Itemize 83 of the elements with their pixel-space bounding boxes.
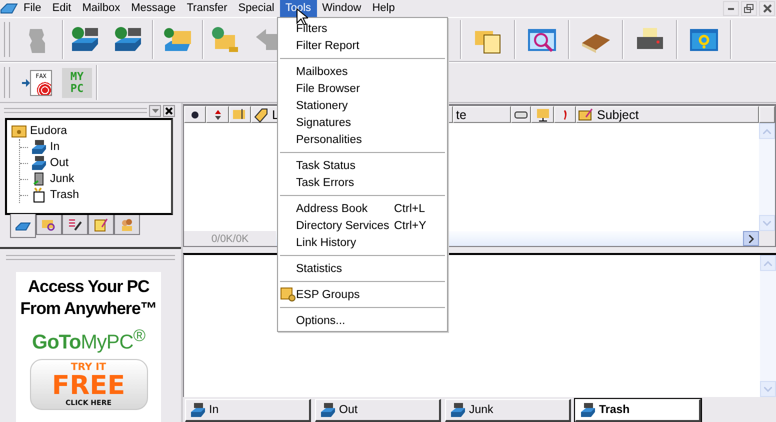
- chevron-up-icon: [764, 260, 772, 266]
- close-button[interactable]: [163, 104, 175, 116]
- pen-list-icon: [67, 216, 83, 232]
- menu-item[interactable]: Help: [366, 0, 400, 17]
- close-icon: [165, 106, 173, 114]
- restore-icon: [744, 4, 754, 13]
- column-header[interactable]: [206, 106, 229, 123]
- outbox-icon: [31, 155, 47, 171]
- menu-item[interactable]: Personalities: [278, 131, 447, 148]
- chevron-up-icon: [763, 128, 771, 134]
- people-icon: [119, 216, 135, 232]
- menu-item[interactable]: Task Errors: [278, 174, 447, 191]
- notepad-icon: [93, 216, 109, 232]
- scrollbar[interactable]: [759, 123, 775, 231]
- column-header[interactable]: te: [453, 106, 511, 123]
- app-logo-icon: [0, 2, 18, 16]
- mailbox-icon: [450, 402, 466, 418]
- chevron-down-icon: [763, 220, 771, 226]
- mailbox-tab[interactable]: Trash: [575, 399, 701, 422]
- caret-icon: [152, 108, 158, 112]
- brand-name: GoToMyPC$^{®}$: [32, 326, 145, 355]
- column-header[interactable]: [184, 106, 206, 123]
- column-title: te: [456, 108, 466, 122]
- menu-item[interactable]: Address Book Ctrl+L: [278, 200, 447, 217]
- menu-item[interactable]: Tools: [280, 0, 317, 17]
- menu-item[interactable]: Special: [232, 0, 280, 17]
- mailbox-tab[interactable]: In: [185, 399, 311, 422]
- dropdown-button[interactable]: [149, 104, 161, 116]
- menu-item[interactable]: Stationery: [278, 97, 447, 114]
- tree-item[interactable]: Trash: [50, 189, 79, 201]
- menu-item[interactable]: Statistics: [278, 260, 447, 277]
- tab[interactable]: [10, 214, 36, 238]
- pepper-icon: [562, 108, 568, 120]
- inbox-icon: [31, 139, 47, 155]
- column-header[interactable]: Subject: [576, 106, 759, 123]
- menu-item[interactable]: Mailboxes: [278, 63, 447, 80]
- menu-item[interactable]: ESP Groups: [278, 286, 447, 303]
- chevron-right-icon: [748, 234, 754, 242]
- chevron-down-icon: [764, 386, 772, 392]
- tree-item[interactable]: Eudora: [30, 125, 68, 137]
- menu-item[interactable]: Link History: [278, 234, 447, 251]
- menu-item[interactable]: Task Status: [278, 157, 447, 174]
- menu-item[interactable]: Filter Report: [278, 37, 447, 54]
- menu-item[interactable]: Message: [126, 0, 182, 17]
- column-header[interactable]: [511, 106, 531, 123]
- tree-item[interactable]: In: [50, 141, 60, 153]
- close-button[interactable]: [759, 1, 775, 16]
- menu-item[interactable]: Signatures: [278, 114, 447, 131]
- menu-item[interactable]: Window: [316, 0, 367, 17]
- envelope-pencil-icon: [578, 106, 594, 122]
- column-header[interactable]: [229, 106, 251, 123]
- menu-item[interactable]: Transfer: [181, 0, 233, 17]
- folder-icon: [11, 123, 27, 139]
- menu-item[interactable]: Mailbox: [76, 0, 126, 17]
- mailbox-icon: [580, 402, 596, 418]
- tree-item[interactable]: Junk: [50, 173, 74, 185]
- mailbox-tab[interactable]: Out: [315, 399, 441, 422]
- close-icon: [762, 4, 772, 13]
- menu-item[interactable]: File: [18, 0, 47, 17]
- minimize-button[interactable]: [723, 1, 739, 16]
- menu-item[interactable]: Filters: [278, 20, 447, 37]
- minimize-icon: [728, 8, 734, 10]
- arrow-icon: [22, 78, 30, 86]
- mailbox-tab[interactable]: Junk: [445, 399, 571, 422]
- tab[interactable]: [62, 215, 88, 235]
- menu-item[interactable]: Directory Services Ctrl+Y: [278, 217, 447, 234]
- menu-item[interactable]: Edit: [46, 0, 77, 17]
- mailbox-icon: [320, 402, 336, 418]
- trash-icon: [31, 187, 47, 203]
- envelope-stand-icon: [534, 106, 550, 122]
- menu-item[interactable]: Options...: [278, 312, 447, 329]
- header-corner: [759, 106, 775, 123]
- column-title: Subject: [597, 108, 639, 122]
- ad-headline: From Anywhere™: [20, 298, 157, 320]
- menu-item[interactable]: File Browser: [278, 80, 447, 97]
- scrollbar[interactable]: [760, 255, 776, 397]
- folder-group-icon: [280, 286, 296, 302]
- tree-item[interactable]: Out: [50, 157, 69, 169]
- restore-button[interactable]: [741, 1, 757, 16]
- column-header[interactable]: [531, 106, 554, 123]
- tab[interactable]: [36, 215, 62, 235]
- mailbox-icon: [190, 402, 206, 418]
- ad-headline: Access Your PC: [28, 276, 150, 298]
